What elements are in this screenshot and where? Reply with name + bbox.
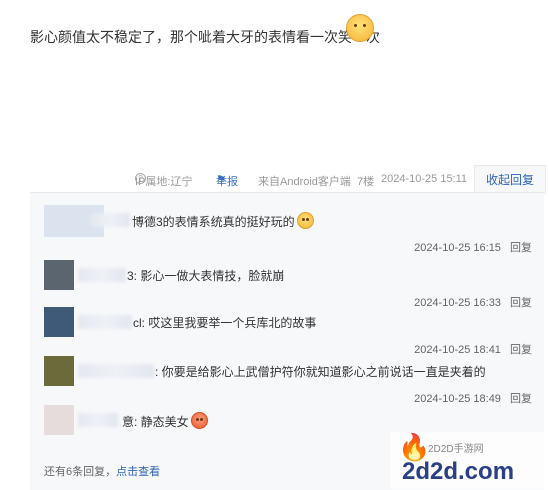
- nickname-blurred[interactable]: [78, 268, 126, 282]
- avatar[interactable]: [44, 307, 74, 337]
- post-text: 影心颜值太不稳定了，那个呲着大牙的表情看一次笑一次: [30, 27, 380, 47]
- reply-text-content: 影心一做大表情技，脸就崩: [140, 269, 285, 283]
- post-time: 2024-10-25 15:11: [381, 173, 468, 185]
- report-label: 举报: [216, 176, 238, 188]
- collapse-replies-button[interactable]: 收起回复: [474, 165, 546, 194]
- reply-item: : 你要是给影心上武僧护符你就知道影心之前说话一直是夹着的 2024-10-25…: [30, 356, 544, 405]
- post-meta-bar: IP属地:辽宁 ? ⚑ 举报 来自Android客户端 7楼 2024-10-2…: [0, 173, 549, 189]
- nickname-blurred[interactable]: [90, 213, 130, 227]
- reply-text-content: 博德3的表情系统真的挺好玩的: [132, 215, 295, 229]
- reply-meta: 2024-10-25 16:15 回复: [414, 239, 532, 255]
- reply-text-content: 你要是给影心上武僧护符你就知道影心之前说话一直是夹着的: [161, 365, 486, 379]
- reply-button[interactable]: 回复: [510, 393, 532, 405]
- client-source: 来自Android客户端: [258, 176, 351, 188]
- reply-text: cl: 哎这里我要举一个兵库北的故事: [133, 316, 317, 330]
- reply-text-content: 静态美女: [140, 415, 189, 429]
- reply-item: 博德3的表情系统真的挺好玩的 2024-10-25 16:15 回复: [30, 205, 544, 254]
- post-text-content: 影心颜值太不稳定了，那个呲着大牙的表情看一次笑一次: [30, 29, 380, 45]
- nickname-blurred[interactable]: [78, 315, 132, 329]
- smile-icon: [296, 212, 314, 229]
- reply-time: 2024-10-25 16:15: [414, 242, 501, 254]
- reply-meta: 2024-10-25 18:49 回复: [414, 390, 532, 406]
- reply-button[interactable]: 回复: [510, 344, 532, 356]
- reply-item: 3: 影心一做大表情技，脸就崩 2024-10-25 16:33 回复: [30, 260, 544, 309]
- reply-text: : 你要是给影心上武僧护符你就知道影心之前说话一直是夹着的: [155, 365, 486, 379]
- nickname-blurred[interactable]: [78, 413, 118, 427]
- reply-item: cl: 哎这里我要举一个兵库北的故事 2024-10-25 18:41 回复: [30, 307, 544, 356]
- more-count: 还有6条回复，: [44, 466, 117, 478]
- watermark-name: 2d2d.com: [402, 458, 515, 485]
- watermark-site: 2D2D手游网: [428, 444, 484, 455]
- reply-time: 2024-10-25 18:41: [414, 344, 501, 356]
- reply-time: 2024-10-25 18:49: [414, 393, 501, 405]
- reply-button[interactable]: 回复: [510, 242, 532, 254]
- avatar[interactable]: [44, 356, 74, 386]
- watermark: 🔥 2D2D手游网 2d2d.com: [390, 432, 549, 489]
- avatar[interactable]: [44, 260, 74, 290]
- red-face-icon: [190, 412, 208, 429]
- reply-meta: 2024-10-25 18:41 回复: [414, 341, 532, 357]
- reply-text: 博德3的表情系统真的挺好玩的: [132, 212, 314, 230]
- view-more-link[interactable]: 点击查看: [116, 466, 160, 478]
- nickname-blurred[interactable]: [78, 364, 154, 378]
- reply-text-content: 哎这里我要举一个兵库北的故事: [148, 316, 317, 330]
- floor-number: 7楼: [357, 176, 375, 188]
- avatar[interactable]: [44, 405, 74, 435]
- reply-text: 3: 影心一做大表情技，脸就崩: [127, 269, 285, 283]
- laughing-face-icon: [346, 14, 374, 42]
- help-icon[interactable]: ?: [135, 173, 146, 184]
- reply-text: 意: 静态美女: [122, 412, 208, 430]
- more-replies: 还有6条回复，点击查看: [44, 463, 160, 479]
